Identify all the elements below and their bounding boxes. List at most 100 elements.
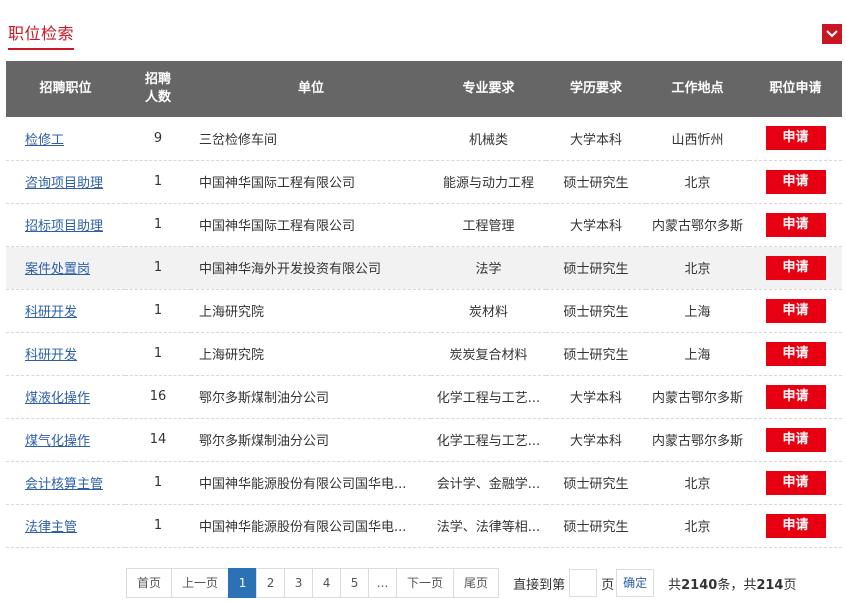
cell-apply: 申请 xyxy=(749,332,842,375)
cell-count: 14 xyxy=(149,432,167,447)
apply-button[interactable]: 申请 xyxy=(765,169,826,194)
first-page-button[interactable]: 首页 xyxy=(126,568,173,598)
cell-education: 硕士研究生 xyxy=(563,477,629,492)
cell-count: 1 xyxy=(153,518,163,533)
cell-location: 内蒙古鄂尔多斯 xyxy=(651,219,743,234)
cell-education: 大学本科 xyxy=(569,434,622,449)
next-page-button[interactable]: 下一页 xyxy=(396,568,455,598)
cell-position: 招标项目助理 xyxy=(6,203,125,246)
last-page-button[interactable]: 尾页 xyxy=(453,568,500,598)
page-1-button[interactable]: 1 xyxy=(228,568,258,598)
cell-apply: 申请 xyxy=(749,246,842,289)
page-ellipsis: ... xyxy=(368,568,398,598)
table-row: 会计核算主管 1 中国神华能源股份有限公司国华电... 会计学、金融学... 硕士研究生… xyxy=(6,461,842,504)
cell-unit: 中国神华能源股份有限公司国华电... xyxy=(199,520,407,535)
total-prefix: 共 xyxy=(668,577,682,593)
position-link[interactable]: 科研开发 xyxy=(25,305,77,320)
cell-apply: 申请 xyxy=(749,418,842,461)
cell-count: 1 xyxy=(153,475,163,490)
cell-apply: 申请 xyxy=(749,117,842,160)
apply-button[interactable]: 申请 xyxy=(765,384,826,409)
cell-count: 9 xyxy=(153,130,163,146)
cell-education: 大学本科 xyxy=(569,219,622,234)
cell-count: 16 xyxy=(149,389,167,404)
apply-button[interactable]: 申请 xyxy=(765,513,826,538)
page-5-button[interactable]: 5 xyxy=(340,568,370,598)
jump-suffix: 页 xyxy=(601,577,615,593)
cell-unit: 上海研究院 xyxy=(199,348,265,363)
table-row: 科研开发 1 上海研究院 炭材料 硕士研究生 上海 申请 xyxy=(6,289,842,332)
total-pages: 214 xyxy=(756,577,784,593)
table-row: 招标项目助理 1 中国神华国际工程有限公司 工程管理 大学本科 内蒙古鄂尔多斯 申请 xyxy=(6,203,842,246)
cell-location: 上海 xyxy=(684,305,711,320)
position-link[interactable]: 科研开发 xyxy=(25,348,77,363)
cell-location: 北京 xyxy=(684,176,711,191)
cell-major: 机械类 xyxy=(468,132,508,148)
cell-apply: 申请 xyxy=(749,375,842,418)
cell-unit: 鄂尔多斯煤制油分公司 xyxy=(199,391,330,406)
cell-position: 咨询项目助理 xyxy=(6,160,125,203)
apply-button[interactable]: 申请 xyxy=(765,341,826,366)
cell-position: 法律主管 xyxy=(6,504,125,547)
position-link[interactable]: 煤气化操作 xyxy=(25,434,90,449)
jump-page-input[interactable] xyxy=(569,569,598,597)
cell-apply: 申请 xyxy=(749,289,842,332)
cell-major: 炭炭复合材料 xyxy=(449,348,528,363)
header-position: 招聘职位 xyxy=(39,81,92,96)
position-link[interactable]: 法律主管 xyxy=(25,520,77,535)
header-major: 专业要求 xyxy=(462,81,515,96)
page-jump: 直接到第 页 确定 xyxy=(513,569,655,597)
position-link[interactable]: 检修工 xyxy=(25,133,64,148)
cell-major: 化学工程与工艺... xyxy=(436,391,541,406)
apply-button[interactable]: 申请 xyxy=(765,298,826,323)
cell-apply: 申请 xyxy=(749,160,842,203)
cell-position: 煤液化操作 xyxy=(6,375,125,418)
cell-unit: 中国神华国际工程有限公司 xyxy=(199,219,356,234)
position-link[interactable]: 会计核算主管 xyxy=(25,477,103,492)
header-unit: 单位 xyxy=(297,81,324,96)
cell-location: 北京 xyxy=(684,262,711,277)
cell-major: 法学、法律等相... xyxy=(436,520,541,535)
cell-count: 1 xyxy=(153,174,163,189)
cell-education: 硕士研究生 xyxy=(563,348,629,363)
cell-position: 会计核算主管 xyxy=(6,461,125,504)
cell-location: 北京 xyxy=(684,520,711,535)
total-suffix: 页 xyxy=(783,577,797,593)
header-count: 招聘 人数 xyxy=(125,61,191,117)
header-education: 学历要求 xyxy=(569,81,622,96)
apply-button[interactable]: 申请 xyxy=(765,427,826,452)
cell-location: 内蒙古鄂尔多斯 xyxy=(651,434,743,449)
chevron-down-icon xyxy=(826,30,838,38)
cell-unit: 上海研究院 xyxy=(199,305,265,320)
cell-education: 硕士研究生 xyxy=(563,520,629,535)
cell-location: 北京 xyxy=(684,477,711,492)
cell-education: 硕士研究生 xyxy=(563,262,629,277)
collapse-button[interactable] xyxy=(822,24,842,44)
table-row: 煤气化操作 14 鄂尔多斯煤制油分公司 化学工程与工艺... 大学本科 内蒙古鄂尔多斯 申请 xyxy=(6,418,842,461)
apply-button[interactable]: 申请 xyxy=(765,126,826,151)
table-row: 案件处置岗 1 中国神华海外开发投资有限公司 法学 硕士研究生 北京 申请 xyxy=(6,246,842,289)
cell-position: 煤气化操作 xyxy=(6,418,125,461)
position-link[interactable]: 煤液化操作 xyxy=(25,391,90,406)
apply-button[interactable]: 申请 xyxy=(765,212,826,237)
prev-page-button[interactable]: 上一页 xyxy=(171,568,230,598)
cell-apply: 申请 xyxy=(749,203,842,246)
cell-major: 化学工程与工艺... xyxy=(436,434,541,449)
apply-button[interactable]: 申请 xyxy=(765,470,826,495)
page-2-button[interactable]: 2 xyxy=(256,568,286,598)
cell-major: 能源与动力工程 xyxy=(442,176,534,191)
position-link[interactable]: 咨询项目助理 xyxy=(25,176,103,191)
position-link[interactable]: 招标项目助理 xyxy=(25,219,103,234)
page-3-button[interactable]: 3 xyxy=(284,568,314,598)
cell-count: 1 xyxy=(153,303,163,318)
cell-count: 1 xyxy=(153,217,163,232)
cell-major: 炭材料 xyxy=(468,305,508,320)
confirm-jump-button[interactable]: 确定 xyxy=(616,569,655,597)
page-4-button[interactable]: 4 xyxy=(312,568,342,598)
cell-location: 山西忻州 xyxy=(671,132,724,148)
position-link[interactable]: 案件处置岗 xyxy=(25,262,90,277)
table-row: 科研开发 1 上海研究院 炭炭复合材料 硕士研究生 上海 申请 xyxy=(6,332,842,375)
apply-button[interactable]: 申请 xyxy=(765,255,826,280)
cell-position: 案件处置岗 xyxy=(6,246,125,289)
header-apply: 职位申请 xyxy=(769,81,822,96)
